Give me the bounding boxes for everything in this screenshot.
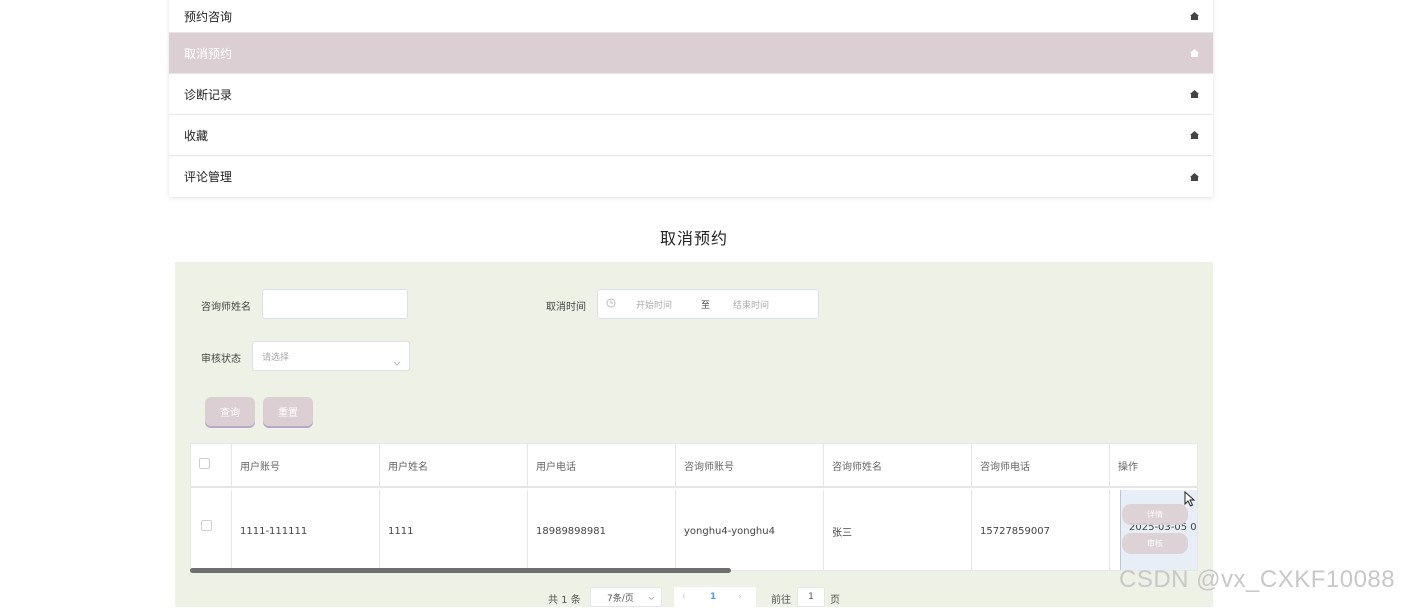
row-checkbox[interactable] [201,520,212,531]
chevron-down-icon [393,352,401,371]
home-icon [1190,12,1199,20]
menu-item-cancel-appointment[interactable]: 取消预约 [169,33,1213,74]
menu-item-label: 诊断记录 [184,87,233,102]
column-header[interactable]: 咨询师姓名 [824,444,972,488]
clock-icon [606,298,616,311]
review-status-label: 审核状态 [201,354,241,365]
menu-item-label: 收藏 [184,128,209,143]
reset-button[interactable]: 重置 [263,397,313,426]
chevron-down-icon [648,594,655,604]
pagination-total: 共 1 条 [548,594,581,606]
page-size-value: 7条/页 [607,593,634,604]
consultant-name-input[interactable] [262,289,408,319]
home-icon [1190,172,1199,181]
menu-item-label: 取消预约 [184,46,233,61]
column-header[interactable]: 用户姓名 [380,444,528,488]
menu-item-label: 评论管理 [184,170,233,184]
range-separator: 至 [701,301,711,311]
home-icon [1190,90,1199,98]
column-header[interactable]: 咨询师电话 [972,444,1110,488]
horizontal-scrollbar[interactable] [190,568,731,573]
review-status-placeholder: 请选择 [262,353,290,363]
page-size-select[interactable]: 7条/页 [590,587,662,607]
goto-label: 前往 [771,594,791,606]
row-checkbox-cell [191,490,232,570]
menu-item-label: 预约咨询 [184,9,233,24]
start-time-placeholder[interactable]: 开始时间 [636,298,672,311]
select-all-checkbox-cell [191,444,232,488]
next-page-icon[interactable]: › [738,592,742,602]
pager: ‹ 1 › [674,587,756,607]
prev-page-icon[interactable]: ‹ [682,592,686,602]
table-cell-user-name: 1111 [380,490,528,570]
table-cell-consultant-phone: 15727859007 [972,490,1110,570]
review-button[interactable]: 审核 [1122,533,1188,554]
detail-button[interactable]: 详情 [1122,504,1188,525]
menu-item-diagnosis-records[interactable]: 诊断记录 [169,74,1213,115]
home-icon [1190,131,1199,139]
consultant-name-label: 咨询师姓名 [201,302,251,313]
page-suffix: 页 [830,594,840,606]
column-header[interactable]: 用户电话 [528,444,676,488]
mouse-cursor-icon [1184,490,1196,511]
table-cell-consultant-name: 张三 [824,490,972,570]
table-cell-consultant-account: yonghu4-yonghu4 [676,490,824,570]
review-status-select[interactable]: 请选择 [252,341,410,371]
query-button[interactable]: 查询 [205,397,255,426]
menu-item-appointment[interactable]: 预约咨询 [169,0,1213,33]
end-time-placeholder[interactable]: 结束时间 [733,298,769,311]
cancel-time-range-picker[interactable]: 开始时间 至 结束时间 [597,289,819,319]
current-page-number[interactable]: 1 [710,592,716,602]
table-cell-user-account: 1111-111111 [232,490,380,570]
watermark: CSDN @vx_CXKF10088 [1119,566,1396,593]
page-title: 取消预约 [659,229,728,248]
menu-item-comments[interactable]: 评论管理 [169,156,1213,197]
column-header[interactable]: 咨询师账号 [676,444,824,488]
select-all-checkbox[interactable] [199,458,210,469]
table-cell-user-phone: 18989898981 [528,490,676,570]
column-header: 操作 [1110,444,1197,488]
home-icon [1190,49,1199,57]
cancel-time-label: 取消时间 [546,302,586,313]
side-menu: 预约咨询 取消预约 诊断记录 收藏 评论管理 [169,0,1213,197]
cancel-appointment-table: 用户账号 用户姓名 用户电话 咨询师账号 咨询师姓名 咨询师电话 操作 1111… [190,443,1198,571]
menu-item-favorites[interactable]: 收藏 [169,115,1213,156]
goto-page-input[interactable]: 1 [797,587,825,607]
column-header[interactable]: 用户账号 [232,444,380,488]
